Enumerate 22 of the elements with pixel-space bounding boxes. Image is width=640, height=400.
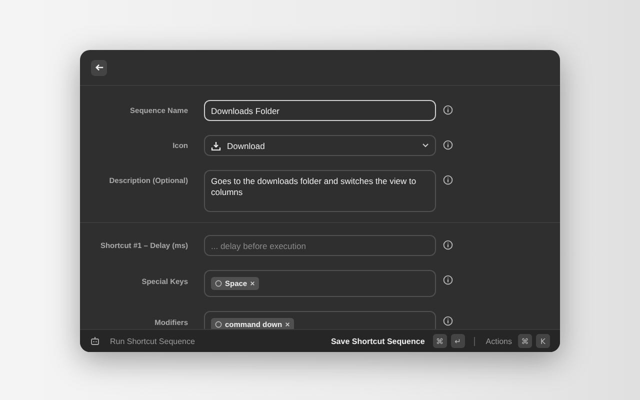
text-field[interactable]: ... delay before execution bbox=[204, 235, 436, 256]
info-icon[interactable] bbox=[443, 175, 453, 185]
save-sequence-button[interactable]: Save Shortcut Sequence bbox=[328, 336, 427, 346]
description-field[interactable]: Goes to the downloads folder and switches the view to columns bbox=[204, 170, 436, 212]
info-icon[interactable] bbox=[443, 105, 453, 115]
actions-button[interactable]: Actions bbox=[484, 336, 514, 346]
remove-icon[interactable] bbox=[250, 281, 256, 286]
info-icon[interactable] bbox=[443, 140, 453, 150]
circle-icon bbox=[215, 321, 222, 328]
footer-title: Run Shortcut Sequence bbox=[110, 336, 195, 346]
chevron-down-icon bbox=[422, 143, 429, 148]
info-icon[interactable] bbox=[443, 240, 453, 250]
info-icon[interactable] bbox=[443, 275, 453, 285]
text-field[interactable]: Downloads Folder bbox=[204, 100, 436, 121]
download-icon bbox=[211, 140, 221, 150]
circle-icon bbox=[215, 280, 222, 287]
back-button[interactable] bbox=[91, 60, 107, 76]
info-icon[interactable] bbox=[443, 316, 453, 326]
back-arrow-icon bbox=[94, 63, 104, 72]
robot-icon bbox=[90, 336, 100, 346]
remove-icon[interactable] bbox=[285, 322, 290, 327]
icon-dropdown[interactable]: Download bbox=[204, 135, 436, 156]
